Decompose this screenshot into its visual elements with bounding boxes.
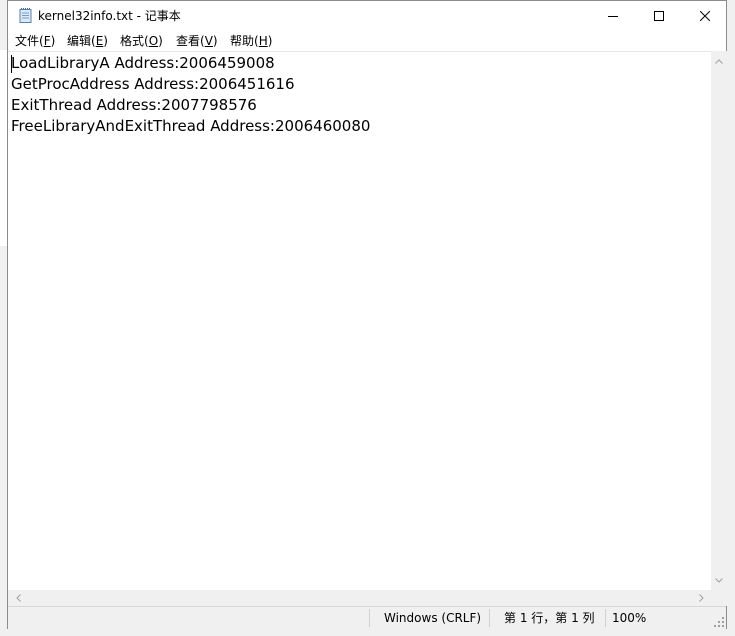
- scroll-up-button[interactable]: [711, 53, 727, 69]
- menu-edit[interactable]: 编辑(E): [67, 34, 108, 48]
- text-line: LoadLibraryA Address:2006459008: [11, 54, 275, 72]
- text-line: GetProcAddress Address:2006451616: [11, 75, 295, 93]
- status-divider: [369, 609, 370, 627]
- close-button[interactable]: [682, 1, 728, 31]
- status-bar: Windows (CRLF) 第 1 行，第 1 列 100%: [8, 606, 726, 629]
- text-line: FreeLibraryAndExitThread Address:2006460…: [11, 117, 371, 135]
- status-divider: [489, 609, 490, 627]
- chevron-left-icon: [15, 594, 21, 602]
- text-line: ExitThread Address:2007798576: [11, 96, 257, 114]
- scroll-right-button[interactable]: [693, 590, 709, 606]
- title-bar[interactable]: kernel32info.txt - 记事本: [8, 1, 726, 31]
- maximize-icon: [654, 11, 664, 21]
- notepad-icon: [19, 8, 32, 23]
- scrollbar-corner: [711, 590, 727, 606]
- menu-help[interactable]: 帮助(H): [230, 34, 272, 48]
- close-icon: [700, 11, 710, 21]
- notepad-window: kernel32info.txt - 记事本 文件(F) 编辑(E) 格式(O)…: [7, 0, 727, 629]
- vertical-scrollbar[interactable]: [711, 51, 727, 590]
- resize-grip-icon[interactable]: [713, 616, 725, 628]
- menu-view[interactable]: 查看(V): [176, 34, 218, 48]
- text-editor[interactable]: LoadLibraryA Address:2006459008 GetProcA…: [8, 51, 711, 590]
- chevron-down-icon: [715, 577, 723, 583]
- chevron-right-icon: [698, 594, 704, 602]
- chevron-up-icon: [715, 58, 723, 64]
- minimize-button[interactable]: [590, 1, 636, 31]
- minimize-icon: [608, 16, 618, 17]
- scroll-left-button[interactable]: [10, 590, 26, 606]
- status-encoding: Windows (CRLF): [384, 611, 482, 625]
- horizontal-scrollbar[interactable]: [8, 590, 711, 606]
- status-divider: [605, 609, 606, 627]
- window-title: kernel32info.txt - 记事本: [38, 9, 181, 23]
- menu-file[interactable]: 文件(F): [15, 34, 55, 48]
- scroll-down-button[interactable]: [711, 572, 727, 588]
- status-cursor-position: 第 1 行，第 1 列: [504, 611, 595, 625]
- maximize-button[interactable]: [636, 1, 682, 31]
- menu-format[interactable]: 格式(O): [120, 34, 163, 48]
- menu-bar: 文件(F) 编辑(E) 格式(O) 查看(V) 帮助(H): [8, 31, 726, 51]
- status-zoom: 100%: [612, 611, 647, 625]
